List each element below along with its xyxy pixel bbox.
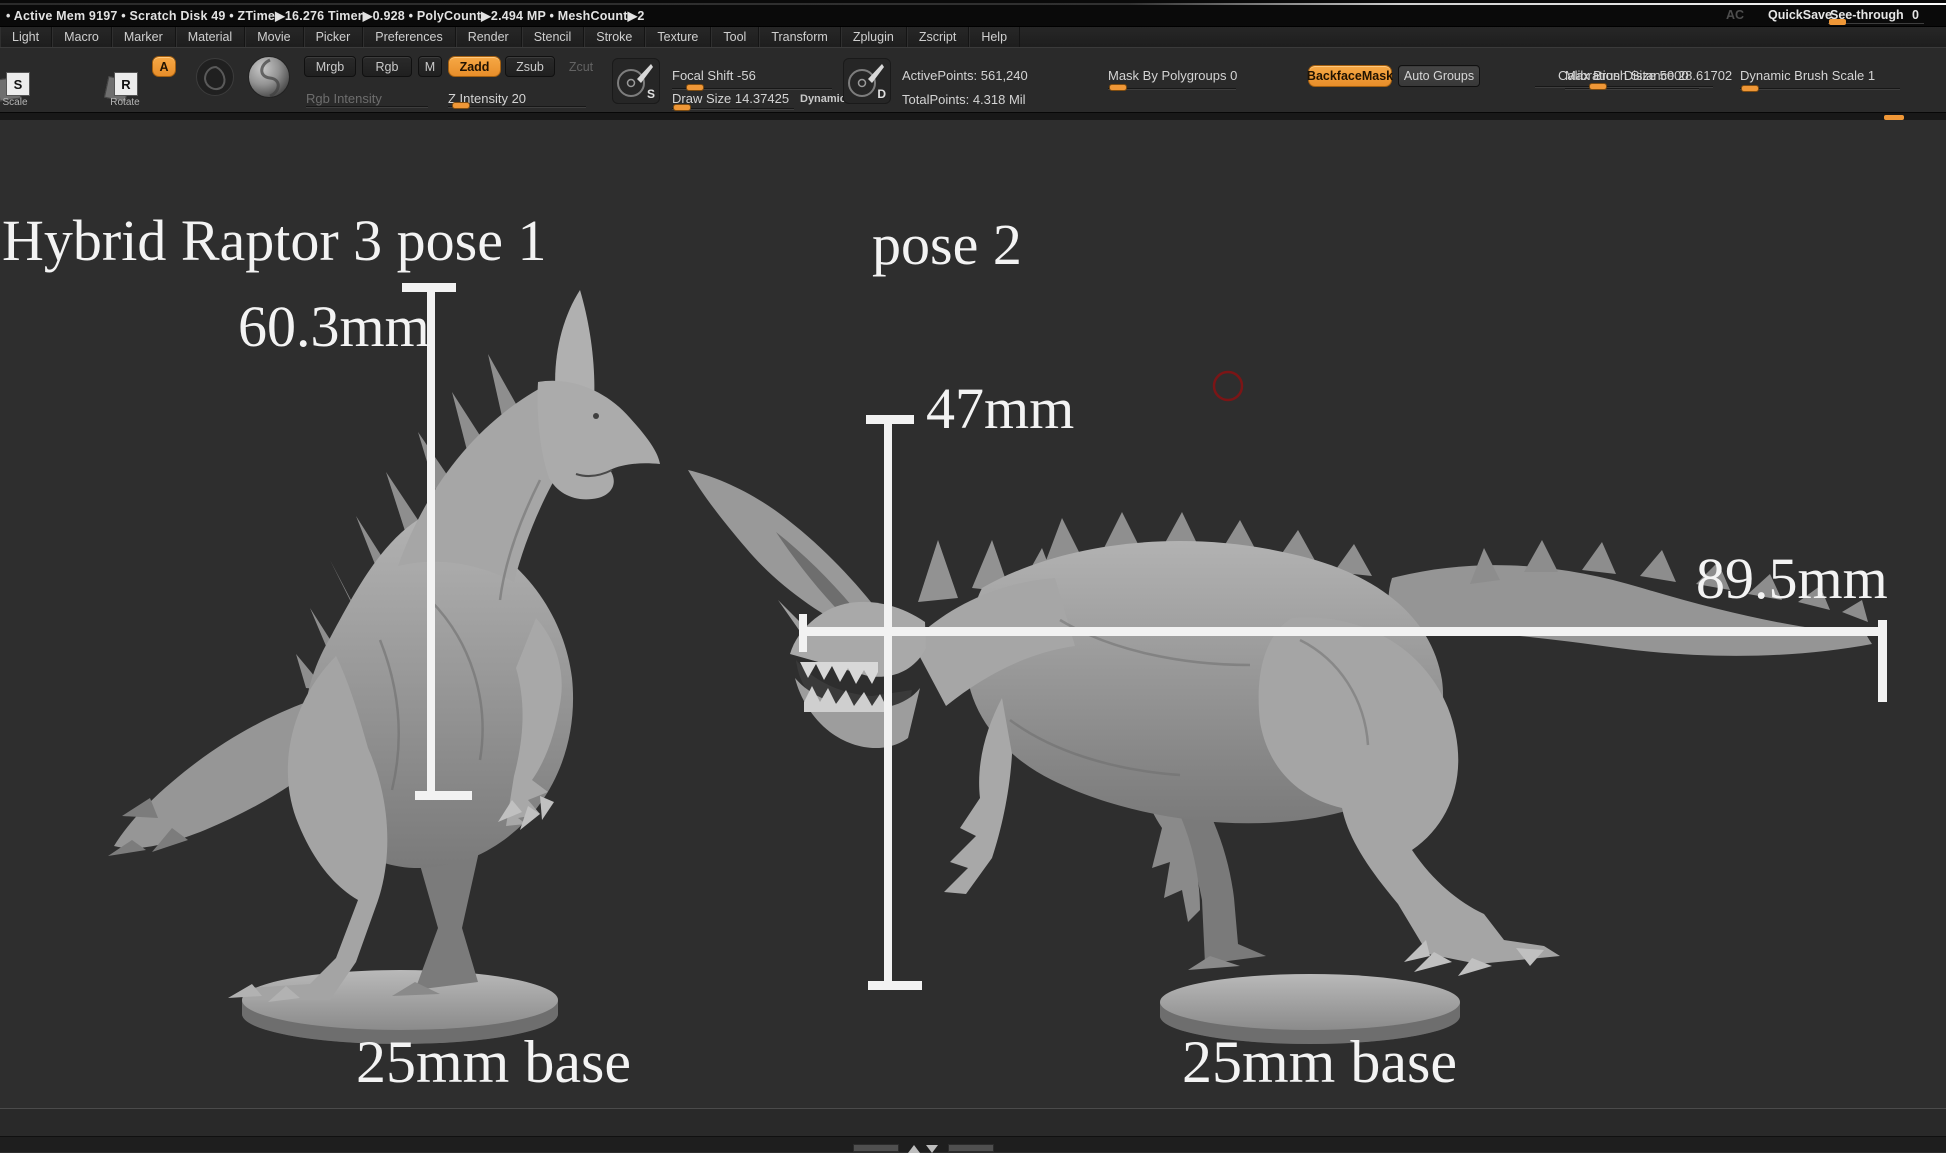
dynamic-brush-scale-slider[interactable] — [1740, 88, 1900, 90]
pose2-title: pose 2 — [872, 216, 1022, 274]
menu-transform[interactable]: Transform — [759, 27, 841, 48]
material-swirl-shape — [249, 57, 291, 99]
raptor-pose1-model — [108, 290, 660, 1002]
active-points-readout: ActivePoints: 561,240 — [902, 68, 1028, 83]
pose2-height-bottom-cap — [868, 981, 922, 990]
a-button[interactable]: A — [152, 56, 176, 77]
ac-button[interactable]: AC — [1726, 8, 1744, 22]
scale-tool[interactable]: S Scale — [0, 70, 36, 110]
rgb-intensity-label: Rgb Intensity — [306, 91, 382, 106]
total-points-readout: TotalPoints: 4.318 Mil — [902, 92, 1026, 107]
pose2-height-line — [884, 415, 892, 990]
rotate-tool[interactable]: R Rotate — [104, 70, 146, 110]
rgb-intensity-slider[interactable] — [306, 106, 428, 108]
red-circle-annotation — [1214, 372, 1242, 400]
menu-texture[interactable]: Texture — [645, 27, 711, 48]
zsub-button[interactable]: Zsub — [505, 56, 555, 77]
rgb-button[interactable]: Rgb — [362, 56, 412, 77]
dynamic-brush-tool[interactable]: D — [843, 58, 891, 104]
current-material-icon[interactable] — [248, 56, 290, 98]
rotate-label: Rotate — [104, 97, 146, 108]
pose2-length-right-cap — [1878, 620, 1887, 702]
pose1-title: Hybrid Raptor 3 pose 1 — [2, 212, 547, 270]
menu-movie[interactable]: Movie — [245, 27, 303, 48]
pose2-length-line — [799, 627, 1887, 636]
rotate-icon-letter: R — [121, 77, 130, 92]
dynamic-brush-scale-handle[interactable] — [1741, 85, 1759, 92]
calibration-distance-slider[interactable] — [1535, 86, 1713, 88]
pose1-base-label: 25mm base — [356, 1032, 631, 1092]
zbrush-window: • Active Mem 9197 • Scratch Disk 49 • ZT… — [0, 0, 1946, 1152]
focal-shift-handle[interactable] — [686, 84, 704, 91]
status-bar: • Active Mem 9197 • Scratch Disk 49 • ZT… — [0, 0, 1946, 26]
bottom-tray — [0, 1108, 1946, 1152]
mask-by-polygroups-label: Mask By Polygroups 0 — [1108, 68, 1237, 83]
menu-zscript[interactable]: Zscript — [907, 27, 970, 48]
menu-zplugin[interactable]: Zplugin — [841, 27, 907, 48]
mrgb-button[interactable]: Mrgb — [304, 56, 356, 77]
pose1-head — [537, 381, 660, 500]
menu-stroke[interactable]: Stroke — [584, 27, 645, 48]
menu-macro[interactable]: Macro — [52, 27, 112, 48]
menu-tool[interactable]: Tool — [711, 27, 759, 48]
dynamic-brush-scale-label: Dynamic Brush Scale 1 — [1740, 68, 1875, 83]
backface-mask-button[interactable]: BackfaceMask — [1308, 65, 1392, 87]
auto-groups-button[interactable]: Auto Groups — [1398, 65, 1480, 87]
pose2-length-label: 89.5mm — [1696, 550, 1888, 608]
brush-d-letter: D — [877, 87, 886, 101]
tray-scrollbar-left[interactable] — [853, 1144, 899, 1152]
pose2-base-label: 25mm base — [1182, 1032, 1457, 1092]
pose2-near-arm — [944, 698, 1012, 894]
see-through-value: 0 — [1912, 8, 1919, 22]
sculpt-canvas[interactable]: Hybrid Raptor 3 pose 1 pose 2 60.3mm 47m… — [0, 120, 1946, 1108]
dynamic-label[interactable]: Dynamic — [800, 93, 846, 105]
pose1-eye — [593, 413, 599, 419]
menu-picker[interactable]: Picker — [304, 27, 364, 48]
scale-label: Scale — [0, 97, 36, 108]
max-brush-size-slider[interactable] — [1565, 88, 1699, 90]
menu-marker[interactable]: Marker — [112, 27, 176, 48]
see-through-slider-handle[interactable] — [1829, 19, 1846, 25]
brush-s-letter: S — [647, 87, 655, 101]
menu-bar: Light Macro Marker Material Movie Picker… — [0, 26, 1946, 48]
pose1-height-line — [427, 283, 435, 799]
m-button[interactable]: M — [418, 56, 442, 77]
raptor-pose2-model — [688, 470, 1872, 976]
calibration-distance-handle[interactable] — [1589, 83, 1607, 90]
draw-size-handle[interactable] — [673, 104, 691, 111]
memory-status-text: • Active Mem 9197 • Scratch Disk 49 • ZT… — [6, 8, 645, 23]
mask-by-polygroups-slider[interactable] — [1108, 88, 1236, 90]
pose1-height-bottom-cap — [415, 791, 472, 800]
pose2-height-label: 47mm — [926, 380, 1074, 438]
stroke-brush-tool[interactable]: S — [612, 58, 660, 104]
zcut-button[interactable]: Zcut — [560, 56, 602, 77]
tray-scrollbar-right[interactable] — [948, 1144, 994, 1152]
menu-help[interactable]: Help — [969, 27, 1020, 48]
pose1-height-label: 60.3mm — [238, 298, 430, 356]
scale-icon-letter: S — [14, 77, 23, 92]
quicksave-button[interactable]: QuickSave — [1768, 8, 1832, 22]
menu-light[interactable]: Light — [0, 27, 52, 48]
menu-stencil[interactable]: Stencil — [522, 27, 585, 48]
mask-by-polygroups-handle[interactable] — [1109, 84, 1127, 91]
titlebar-highlight-line — [0, 3, 1946, 5]
current-texture-icon[interactable] — [196, 58, 234, 96]
menu-render[interactable]: Render — [456, 27, 522, 48]
calibration-distance-label: Calibration Distance 28.61702 — [1558, 68, 1732, 83]
pose2-near-leg — [1259, 617, 1560, 964]
menu-preferences[interactable]: Preferences — [363, 27, 455, 48]
focal-shift-label: Focal Shift -56 — [672, 68, 756, 83]
texture-swatch-shape — [197, 59, 235, 97]
z-intensity-handle[interactable] — [452, 102, 470, 109]
zadd-button[interactable]: Zadd — [448, 56, 501, 77]
menu-material[interactable]: Material — [176, 27, 245, 48]
